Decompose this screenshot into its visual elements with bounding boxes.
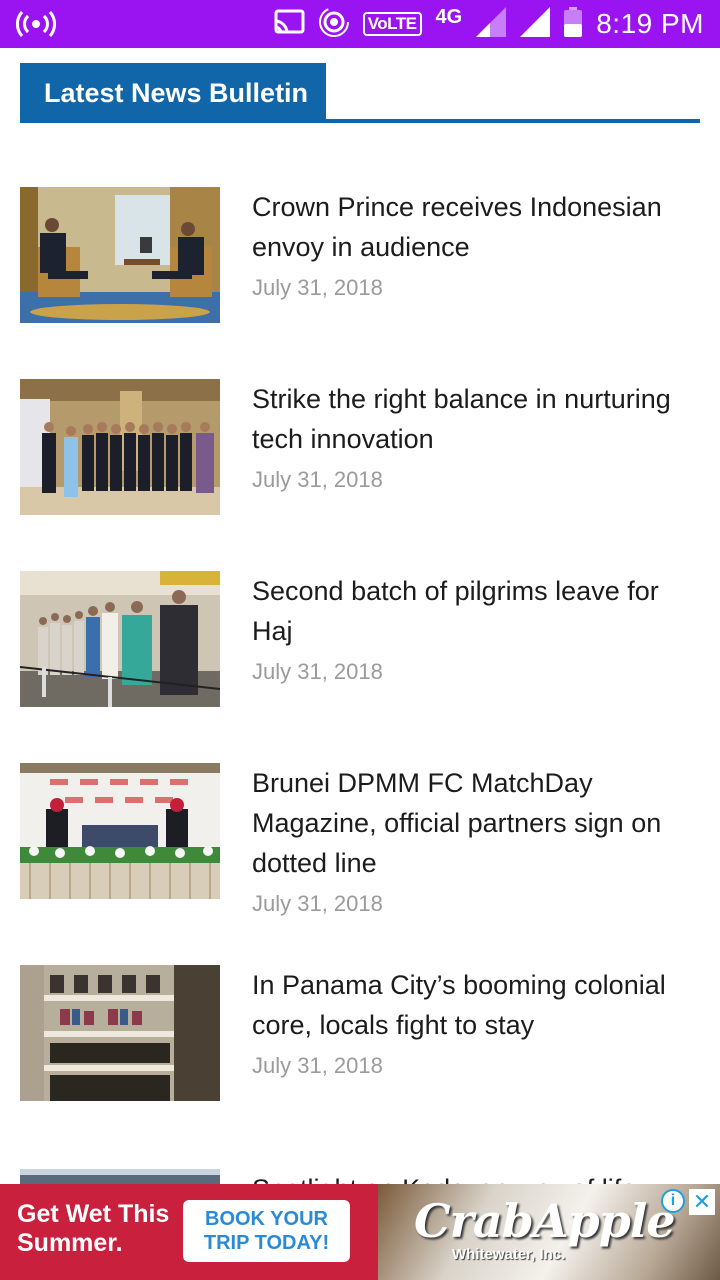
- section-divider: [20, 119, 700, 123]
- news-item[interactable]: Strike the right balance in nurturing te…: [20, 379, 700, 519]
- ad-banner[interactable]: Get Wet This Summer. BOOK YOUR TRIP TODA…: [0, 1184, 720, 1280]
- news-item[interactable]: In Panama City’s booming colonial core, …: [20, 965, 700, 1105]
- ad-cta-button[interactable]: BOOK YOUR TRIP TODAY!: [183, 1200, 350, 1262]
- info-icon[interactable]: i: [661, 1189, 685, 1213]
- section-header: Latest News Bulletin: [20, 63, 700, 124]
- hotspot-icon: [318, 6, 349, 42]
- news-thumbnail[interactable]: [20, 187, 220, 323]
- news-headline[interactable]: Crown Prince receives Indonesian envoy i…: [252, 187, 698, 267]
- news-headline[interactable]: In Panama City’s booming colonial core, …: [252, 965, 698, 1045]
- section-title: Latest News Bulletin: [20, 63, 326, 121]
- network-type-label: 4G: [435, 5, 463, 28]
- broadcast-icon: [15, 10, 57, 38]
- news-thumbnail[interactable]: [20, 763, 220, 899]
- ad-copy: Get Wet This Summer.: [17, 1200, 169, 1258]
- news-thumbnail[interactable]: [20, 571, 220, 707]
- news-thumbnail[interactable]: [20, 1169, 220, 1184]
- news-date: July 31, 2018: [252, 467, 383, 492]
- news-headline[interactable]: Second batch of pilgrims leave for Haj: [252, 571, 698, 651]
- news-headline[interactable]: Brunei DPMM FC MatchDay Magazine, offici…: [252, 763, 698, 883]
- news-date: July 31, 2018: [252, 275, 383, 300]
- news-headline[interactable]: Strike the right balance in nurturing te…: [252, 379, 698, 459]
- close-icon[interactable]: ✕: [689, 1189, 715, 1215]
- signal-icon: [476, 6, 507, 42]
- ad-brand-sub: Whitewater, Inc.: [452, 1246, 566, 1263]
- clock: 8:19 PM: [596, 8, 704, 39]
- news-thumbnail[interactable]: [20, 965, 220, 1101]
- status-bar: VoLTE 4G 8:19 PM: [0, 0, 720, 48]
- ad-line-1: Get Wet This: [17, 1200, 170, 1228]
- ad-cta-line-2: TRIP TODAY!: [203, 1232, 330, 1254]
- news-thumbnail[interactable]: [20, 379, 220, 515]
- signal-icon: [520, 6, 551, 42]
- ad-cta-line-1: BOOK YOUR: [205, 1208, 328, 1230]
- news-item[interactable]: Crown Prince receives Indonesian envoy i…: [20, 187, 700, 327]
- news-item[interactable]: Second batch of pilgrims leave for Haj J…: [20, 571, 700, 711]
- news-item[interactable]: Brunei DPMM FC MatchDay Magazine, offici…: [20, 763, 700, 943]
- news-headline[interactable]: Spotlight on Kedayan way of life: [252, 1169, 698, 1184]
- news-item[interactable]: Spotlight on Kedayan way of life: [20, 1169, 700, 1184]
- battery-icon: [564, 6, 583, 42]
- news-date: July 31, 2018: [252, 1053, 383, 1078]
- cast-icon: [273, 9, 305, 40]
- news-date: July 31, 2018: [252, 659, 383, 684]
- ad-brand-logo: CrabApple: [414, 1194, 676, 1248]
- ad-line-2: Summer.: [17, 1229, 123, 1257]
- news-content[interactable]: Latest News Bulletin Crown Prince receiv…: [0, 48, 720, 1184]
- volte-icon: VoLTE: [362, 12, 422, 36]
- news-date: July 31, 2018: [252, 891, 383, 916]
